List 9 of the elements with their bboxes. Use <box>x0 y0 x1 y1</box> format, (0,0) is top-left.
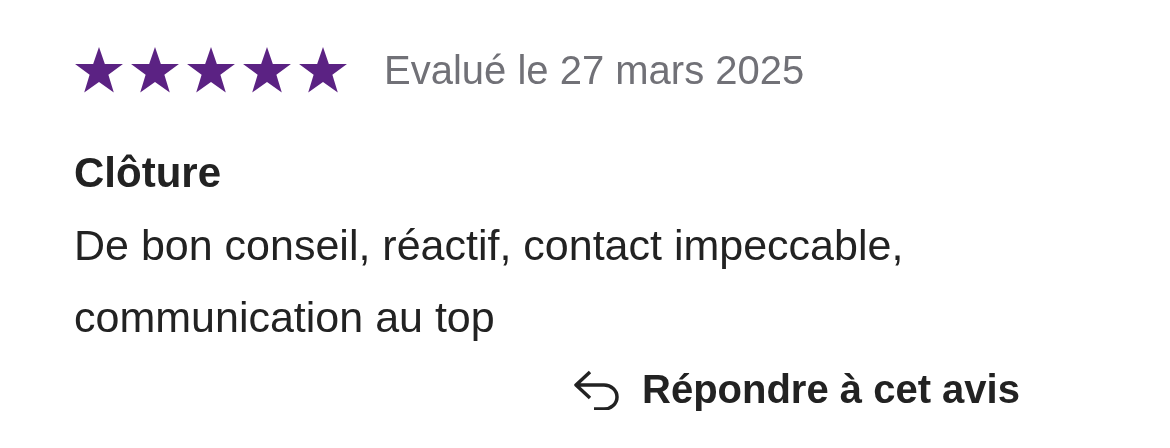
review-title: Clôture <box>74 148 222 198</box>
star-icon <box>186 46 236 94</box>
star-icon <box>130 46 180 94</box>
star-icon <box>74 46 124 94</box>
star-icon <box>298 46 348 94</box>
star-icon <box>242 46 292 94</box>
reply-button[interactable]: Répondre à cet avis <box>572 366 1020 411</box>
review-text: De bon conseil, réactif, contact impeccable, communication au top <box>74 219 905 343</box>
review-date: Evalué le 27 mars 2025 <box>384 47 805 94</box>
